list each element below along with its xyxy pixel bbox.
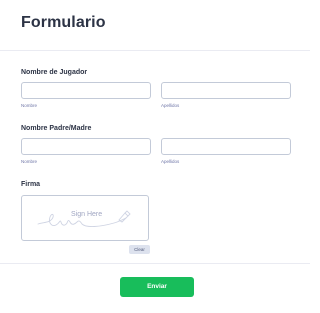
signature-scribble-icon <box>37 210 131 227</box>
player-first-name-input[interactable] <box>21 82 151 99</box>
parent-first-name-input[interactable] <box>21 138 151 155</box>
parent-last-name-sublabel: Apellidos <box>161 159 180 164</box>
player-name-label: Nombre de Jugador <box>21 69 88 76</box>
signature-label: Firma <box>21 181 41 188</box>
submit-button[interactable]: Enviar <box>120 277 194 297</box>
signature-placeholder: Sign Here <box>71 211 103 218</box>
player-first-name-sublabel: Nombre <box>21 103 38 108</box>
parent-first-name-sublabel: Nombre <box>21 159 38 164</box>
player-last-name-sublabel: Apellidos <box>161 103 180 108</box>
signature-pad[interactable]: Sign Here <box>21 195 149 241</box>
parent-last-name-input[interactable] <box>161 138 291 155</box>
player-last-name-input[interactable] <box>161 82 291 99</box>
form-title: Formulario <box>21 14 106 31</box>
parent-name-label: Nombre Padre/Madre <box>21 125 92 132</box>
footer-divider <box>0 263 310 264</box>
clear-signature-button[interactable]: Clear <box>129 245 150 254</box>
form-header: Formulario <box>0 0 310 51</box>
